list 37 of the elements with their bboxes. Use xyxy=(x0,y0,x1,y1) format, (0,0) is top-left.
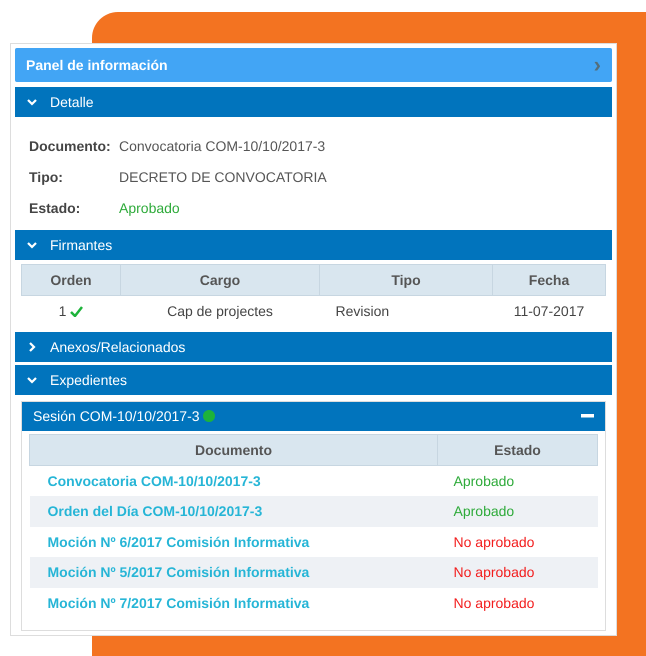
column-header: Documento xyxy=(30,434,438,466)
table-cell: 11-07-2017 xyxy=(514,303,584,320)
table-cell: 1 xyxy=(58,303,66,320)
section-header[interactable]: Anexos/Relacionados xyxy=(15,332,612,362)
section-title: Expedientes xyxy=(50,372,128,388)
column-header: Orden xyxy=(22,264,120,296)
table-cell: Cap de projectes xyxy=(167,303,273,320)
column-header: Tipo xyxy=(320,264,492,296)
section-title: Detalle xyxy=(50,94,94,110)
column-header: Cargo xyxy=(120,264,320,296)
collapse-icon[interactable] xyxy=(581,414,594,418)
field-value: Convocatoria COM-10/10/2017-3 xyxy=(119,138,326,154)
status-text: No aprobado xyxy=(454,564,534,580)
table-cell: Revision xyxy=(336,303,390,320)
status-text: No aprobado xyxy=(454,594,534,611)
field-label: Estado: xyxy=(29,200,82,216)
column-header: Fecha xyxy=(492,264,606,296)
document-link[interactable]: Moción Nº 7/2017 Comisión Informativa xyxy=(48,594,310,611)
field-label: Documento: xyxy=(29,138,112,154)
document-link[interactable]: Moción Nº 6/2017 Comisión Informativa xyxy=(48,534,310,550)
field-value: Aprobado xyxy=(119,200,180,216)
status-text: Aprobado xyxy=(454,503,514,520)
session-header[interactable]: Sesión COM-10/10/2017-3 xyxy=(22,402,605,431)
section-title: Firmantes xyxy=(50,236,112,253)
status-text: No aprobado xyxy=(454,534,534,550)
section-header[interactable]: Expedientes xyxy=(15,364,612,395)
section-header[interactable]: Firmantes xyxy=(15,230,612,260)
chevron-icon: › xyxy=(594,54,601,76)
session-title: Sesión COM-10/10/2017-3 xyxy=(33,408,200,424)
field-value: DECRETO DE CONVOCATORIA xyxy=(119,168,327,185)
section-title: Anexos/Relacionados xyxy=(50,338,186,355)
column-header: Estado xyxy=(438,434,598,466)
section-header[interactable]: Detalle xyxy=(15,87,612,118)
document-link[interactable]: Convocatoria COM-10/10/2017-3 xyxy=(48,472,261,489)
field-label: Tipo: xyxy=(29,168,64,185)
status-text: Aprobado xyxy=(454,472,514,489)
panel-header[interactable]: Panel de información › xyxy=(15,48,612,82)
